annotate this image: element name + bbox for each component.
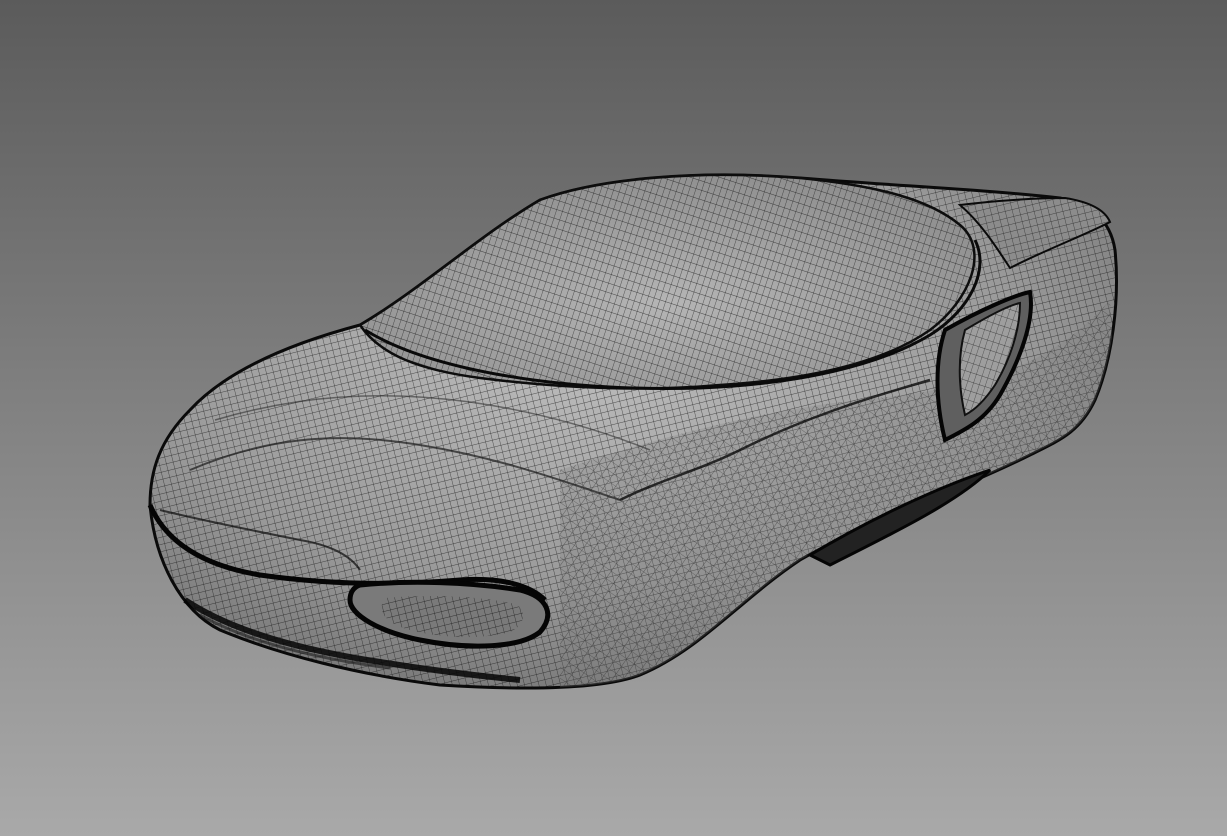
3d-viewport[interactable] xyxy=(0,0,1227,836)
viewport-canvas[interactable] xyxy=(0,0,1227,836)
